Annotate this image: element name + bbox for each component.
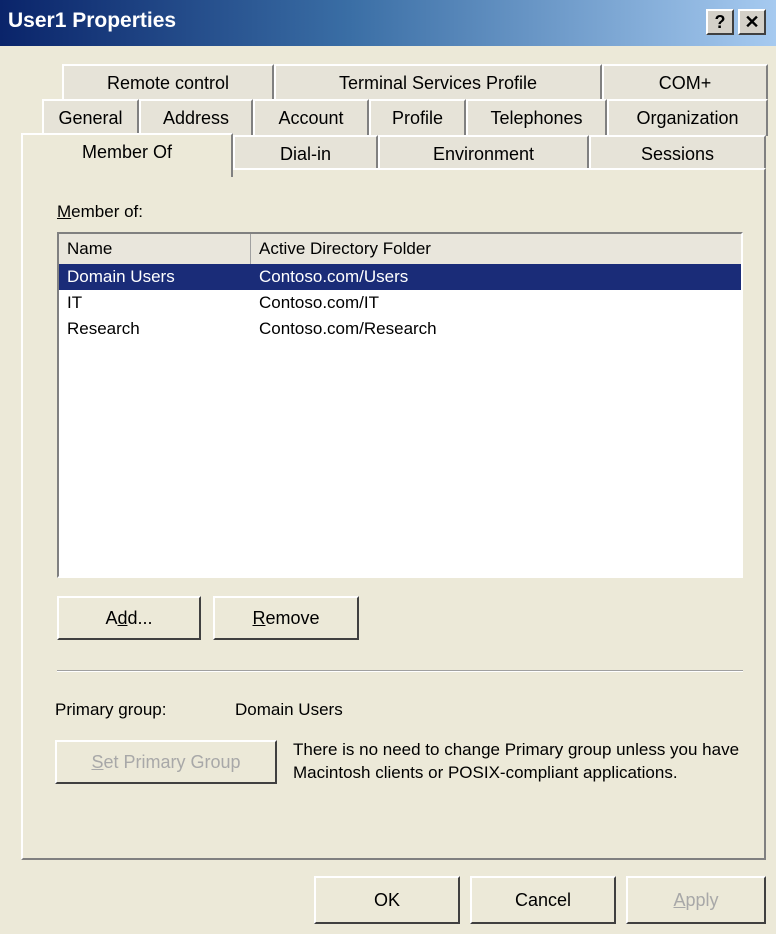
tab-dial-in[interactable]: Dial-in (233, 135, 378, 172)
list-row-research[interactable]: Research Contoso.com/Research (59, 316, 741, 342)
member-of-label: Member of: (57, 202, 143, 221)
tab-sessions[interactable]: Sessions (589, 135, 766, 172)
tab-environment[interactable]: Environment (378, 135, 589, 172)
tab-member-of[interactable]: Member Of (21, 133, 233, 177)
primary-group-label: Primary group: (55, 700, 167, 719)
title-bar[interactable]: User1 Properties ? ✕ (0, 0, 776, 46)
remove-button[interactable]: Remove (213, 596, 359, 640)
tab-profile[interactable]: Profile (369, 99, 466, 136)
set-primary-group-button[interactable]: Set Primary Group (55, 740, 277, 784)
row-name: IT (67, 293, 83, 312)
primary-group-note: There is no need to change Primary group… (293, 740, 740, 782)
ok-button[interactable]: OK (314, 876, 460, 924)
tab-terminal-services-profile[interactable]: Terminal Services Profile (274, 64, 602, 101)
close-button[interactable]: ✕ (738, 9, 766, 35)
cancel-button[interactable]: Cancel (470, 876, 616, 924)
help-button[interactable]: ? (706, 9, 734, 35)
tab-general[interactable]: General (42, 99, 139, 136)
apply-button[interactable]: Apply (626, 876, 766, 924)
tab-remote-control[interactable]: Remote control (62, 64, 274, 101)
row-folder: Contoso.com/Users (259, 267, 409, 286)
member-of-list[interactable]: Name Active Directory Folder Domain User… (57, 232, 743, 578)
properties-dialog: User1 Properties ? ✕ Remote control Term… (0, 0, 776, 934)
close-icon: ✕ (744, 12, 760, 32)
tab-telephones[interactable]: Telephones (466, 99, 607, 136)
add-button[interactable]: Add... (57, 596, 201, 640)
separator (57, 670, 743, 672)
row-name: Domain Users (67, 267, 175, 286)
row-folder: Contoso.com/IT (259, 293, 379, 312)
tab-com-plus[interactable]: COM+ (602, 64, 768, 101)
list-header: Name Active Directory Folder (59, 234, 741, 265)
primary-group-value: Domain Users (235, 700, 343, 719)
list-row-it[interactable]: IT Contoso.com/IT (59, 290, 741, 316)
tab-organization[interactable]: Organization (607, 99, 768, 136)
tab-account[interactable]: Account (253, 99, 369, 136)
row-folder: Contoso.com/Research (259, 319, 437, 338)
list-row-domain-users[interactable]: Domain Users Contoso.com/Users (59, 264, 741, 290)
row-name: Research (67, 319, 140, 338)
window-title: User1 Properties (8, 9, 177, 32)
tab-address[interactable]: Address (139, 99, 253, 136)
member-of-panel: Member of: Name Active Directory Folder … (21, 168, 766, 860)
column-header-name[interactable]: Name (59, 234, 251, 264)
column-header-folder[interactable]: Active Directory Folder (251, 234, 741, 264)
